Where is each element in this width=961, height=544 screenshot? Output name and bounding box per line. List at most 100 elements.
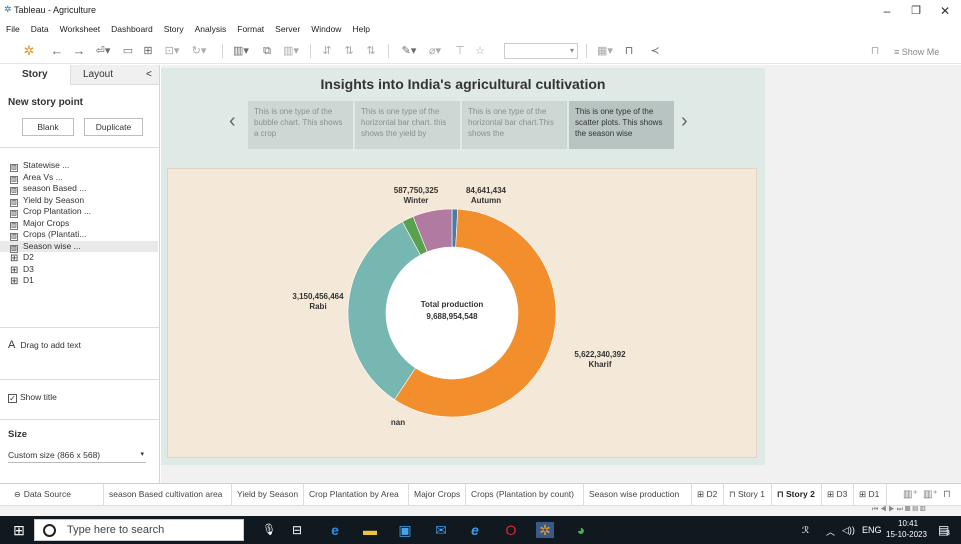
sheet-tab[interactable]: ⊓ Story 2 — [772, 484, 822, 505]
tray-chevron-icon[interactable]: ︿ — [826, 525, 835, 538]
clear-sheet-icon[interactable]: ▥▾ — [280, 43, 302, 59]
close-button[interactable]: ✕ — [931, 2, 959, 20]
story-point-3[interactable]: This is one type of the horizontal bar c… — [462, 101, 567, 149]
refresh-icon[interactable]: ↻▾ — [188, 43, 210, 59]
tableau-app-icon[interactable]: ✲ — [536, 522, 554, 538]
people-icon[interactable]: ℛ — [802, 525, 809, 536]
language-indicator[interactable]: ENG — [862, 525, 882, 535]
clock-date[interactable]: 15-10-2023 — [886, 530, 927, 539]
redo-icon[interactable]: → — [70, 43, 88, 59]
new-sheet-icon[interactable]: ▥⁺ — [903, 489, 918, 500]
minimize-button[interactable]: – — [873, 2, 901, 20]
sheet-list-item[interactable]: ▥ Season wise ... — [0, 240, 158, 253]
size-dropdown[interactable]: Custom size (866 x 568) ▾ — [8, 447, 146, 463]
sheet-tab[interactable]: Yield by Season — [232, 484, 304, 505]
undo-icon[interactable]: ← — [48, 43, 66, 59]
save-icon[interactable]: ▭ — [120, 43, 136, 59]
store-icon[interactable]: ▣ — [396, 522, 414, 538]
new-datasource-icon[interactable]: ⊞ — [140, 43, 156, 59]
menu-help[interactable]: Help — [346, 22, 374, 36]
opera-icon[interactable]: O — [502, 522, 520, 538]
edge-icon[interactable]: e — [326, 522, 344, 538]
sheet-list-item[interactable]: ▥ Crop Plantation ... — [10, 206, 158, 218]
menu-file[interactable]: File — [0, 22, 25, 36]
sheet-tab[interactable]: Season wise production — [584, 484, 692, 505]
presentation-icon[interactable]: ⊓ — [620, 43, 638, 59]
sheet-nav-icons[interactable]: ⏮ ◀ ▶ ⏭ ▦ ▤ ▥ — [872, 506, 926, 514]
pin-icon[interactable]: ☆ — [472, 43, 488, 59]
menu-worksheet[interactable]: Worksheet — [54, 22, 105, 36]
duplicate-sheet-icon[interactable]: ⧉ — [258, 43, 276, 59]
task-view-icon[interactable]: ⊟ — [288, 522, 306, 538]
menu-dashboard[interactable]: Dashboard — [105, 22, 158, 36]
new-dashboard-icon[interactable]: ▥⁺ — [923, 489, 938, 500]
show-me-button[interactable]: ≡ Show Me — [894, 47, 939, 57]
menu-data[interactable]: Data — [25, 22, 54, 36]
tab-data-source[interactable]: ⊖ Data Source — [0, 484, 104, 505]
sheet-list-item[interactable]: ▥ Crops (Plantati... — [10, 229, 158, 241]
drag-text-object[interactable]: A Drag to add text — [8, 339, 81, 351]
sheet-tab[interactable]: ⊓ Story 1 — [724, 484, 772, 505]
sort-asc-icon[interactable]: ⇅ — [340, 43, 358, 59]
sheet-list-item[interactable]: ▥ Area Vs ... — [10, 172, 158, 184]
volume-icon[interactable]: ◁)) — [842, 525, 855, 536]
menu-bar: File Data Worksheet Dashboard Story Analysis F… — [0, 22, 961, 36]
mic-icon[interactable]: 🎙 — [260, 522, 278, 538]
swap-chart-icon[interactable]: ▥▾ — [230, 43, 252, 59]
drag-text-label: Drag to add text — [20, 340, 81, 350]
menu-story[interactable]: Story — [158, 22, 189, 36]
chrome-icon[interactable]: ◕ — [572, 522, 590, 538]
new-sheet-icon[interactable]: ⊡▾ — [162, 43, 182, 59]
mail-icon[interactable]: ✉ — [432, 522, 450, 538]
sheet-list-item[interactable]: ⊞ D3 — [10, 264, 158, 276]
sheet-list-item[interactable]: ▥ Statewise ... — [10, 160, 158, 172]
group-icon[interactable]: ⌀▾ — [424, 43, 446, 59]
sheet-tab[interactable]: Major Crops — [409, 484, 466, 505]
sheet-list-item[interactable]: ▥ season Based ... — [10, 183, 158, 195]
replay-icon[interactable]: ⏎▾ — [92, 43, 114, 59]
sheet-tab[interactable]: Crops (Plantation by count) — [466, 484, 584, 505]
sheet-tab[interactable]: Crop Plantation by Area — [304, 484, 409, 505]
prev-story-point-icon[interactable]: ‹ — [229, 110, 236, 133]
sheet-list-item[interactable]: ⊞ D2 — [10, 252, 158, 264]
duplicate-button[interactable]: Duplicate — [84, 118, 143, 136]
file-explorer-icon[interactable]: ▬ — [361, 522, 379, 538]
tab-story[interactable]: Story — [0, 65, 70, 85]
menu-window[interactable]: Window — [305, 22, 346, 36]
story-point-2[interactable]: This is one type of the horizontal bar c… — [355, 101, 460, 149]
story-point-4[interactable]: This is one type of the scatter plots. T… — [569, 101, 674, 149]
checkbox-checked-icon[interactable]: ✓ — [8, 394, 17, 403]
taskbar-search[interactable]: Type here to search — [34, 519, 244, 541]
show-cards-icon[interactable]: ▦▾ — [594, 43, 616, 59]
label-icon[interactable]: ⊤ — [452, 43, 468, 59]
windows-start-icon[interactable]: ⊞ — [10, 522, 28, 538]
highlight-icon[interactable]: ✎▾ — [398, 43, 420, 59]
swap-rows-icon[interactable]: ⇵ — [318, 43, 336, 59]
sheet-tab[interactable]: ⊞ D1 — [854, 484, 887, 505]
sheet-tab[interactable]: season Based cultivation area — [104, 484, 232, 505]
menu-server[interactable]: Server — [269, 22, 305, 36]
sheet-list-item[interactable]: ▥ Major Crops — [10, 218, 158, 230]
sort-desc-icon[interactable]: ⇅ — [362, 43, 380, 59]
fit-dropdown[interactable]: ▾ — [504, 43, 578, 59]
maximize-button[interactable]: ❐ — [902, 2, 930, 20]
presentation-mode-icon[interactable]: ⊓ — [866, 43, 884, 59]
show-title-toggle[interactable]: ✓ Show title — [8, 392, 57, 403]
sheet-list-item[interactable]: ⊞ D1 — [10, 275, 158, 287]
share-icon[interactable]: ≺ — [646, 43, 664, 59]
menu-format[interactable]: Format — [231, 22, 269, 36]
clock-time[interactable]: 10:41 — [898, 519, 918, 528]
menu-analysis[interactable]: Analysis — [189, 22, 232, 36]
sheet-tab[interactable]: ⊞ D3 — [822, 484, 854, 505]
story-container: Insights into India's agricultural culti… — [161, 68, 765, 465]
ie-icon[interactable]: e — [466, 522, 484, 538]
collapse-panel-icon[interactable]: < — [146, 65, 152, 85]
sheet-tab[interactable]: ⊞ D2 — [692, 484, 724, 505]
sheet-list-item[interactable]: ▥ Yield by Season — [10, 195, 158, 207]
blank-button[interactable]: Blank — [22, 118, 74, 136]
tab-layout[interactable]: Layout < — [70, 65, 159, 85]
tableau-home-icon[interactable]: ✲ — [20, 43, 38, 59]
new-story-icon[interactable]: ⊓ — [943, 489, 951, 500]
next-story-point-icon[interactable]: › — [681, 110, 688, 133]
story-point-1[interactable]: This is one type of the bubble chart. Th… — [248, 101, 353, 149]
